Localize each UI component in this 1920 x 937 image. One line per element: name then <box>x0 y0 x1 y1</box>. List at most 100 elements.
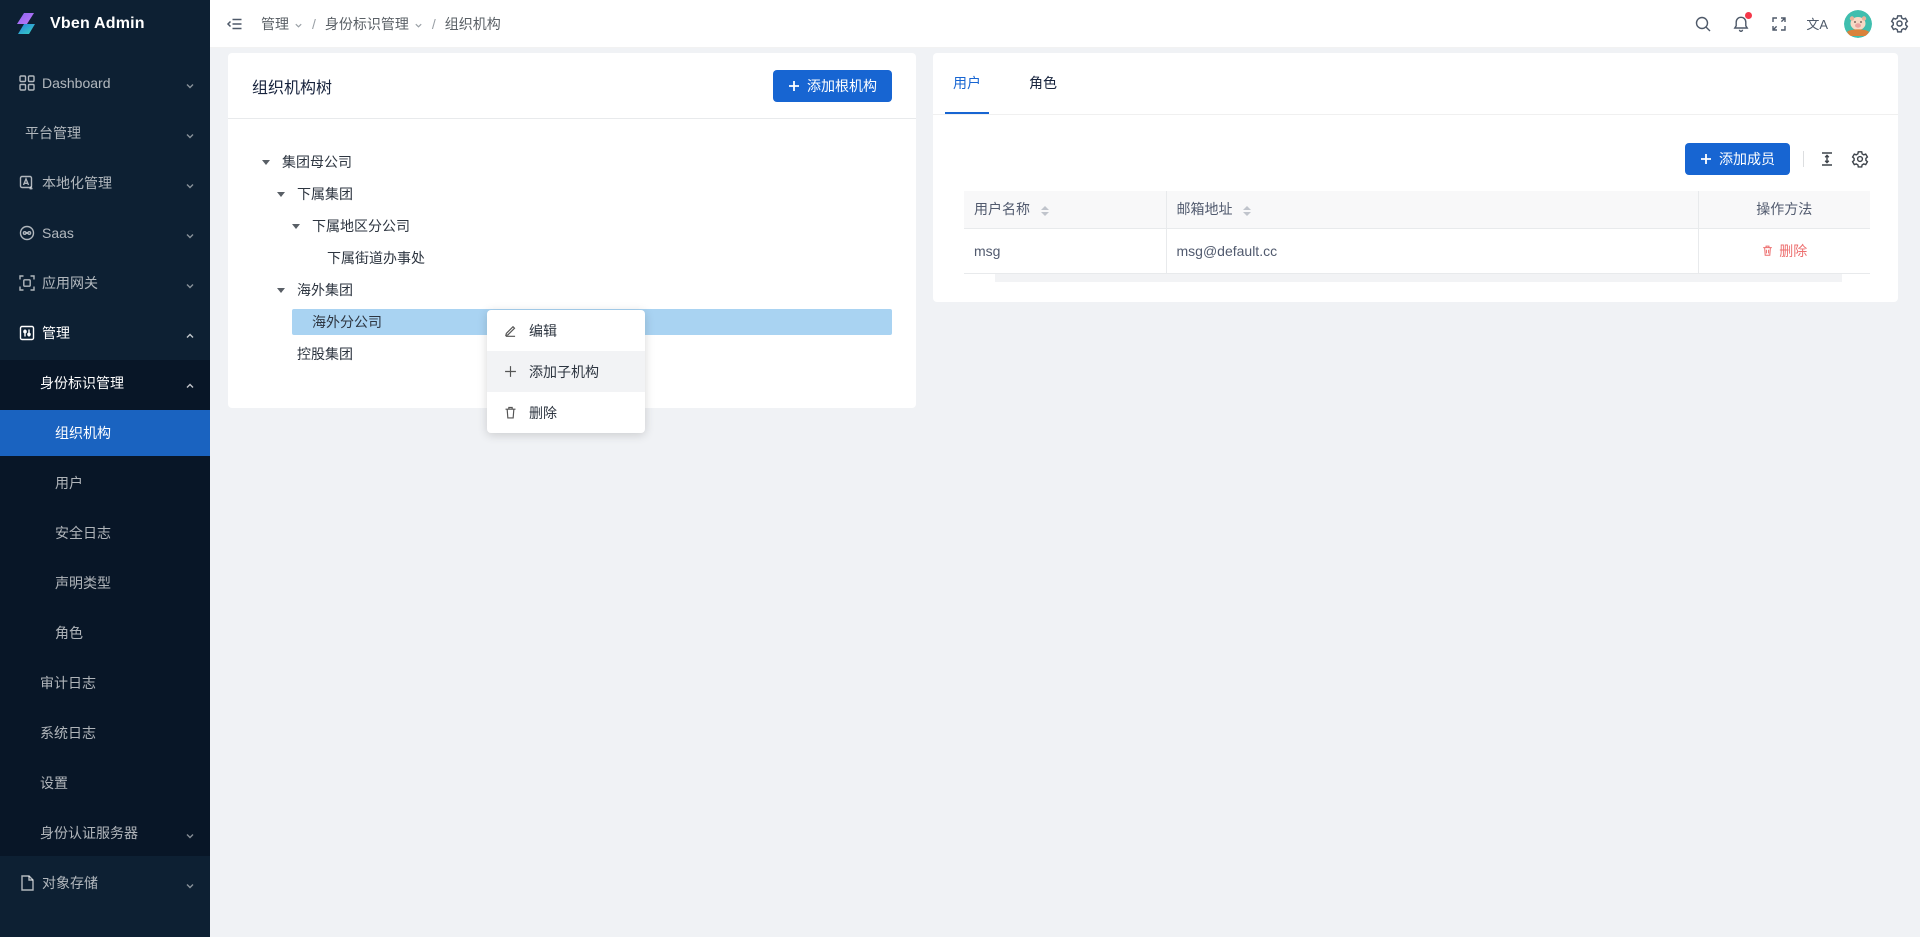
add-root-org-button[interactable]: 添加根机构 <box>773 70 892 102</box>
sidebar-item-label: 系统日志 <box>40 723 96 743</box>
sidebar-item-org-structure[interactable]: 组织机构 <box>0 410 210 456</box>
caret-down-icon[interactable] <box>262 160 278 165</box>
user-avatar[interactable] <box>1844 10 1872 38</box>
add-member-button[interactable]: 添加成员 <box>1685 143 1790 175</box>
sidebar-item-audit-logs[interactable]: 审计日志 <box>0 660 210 706</box>
saas-icon <box>18 224 36 242</box>
search-icon[interactable] <box>1692 13 1714 35</box>
header-settings-gear-icon[interactable] <box>1888 13 1910 35</box>
sidebar-item-roles[interactable]: 角色 <box>0 610 210 656</box>
chevron-down-icon <box>185 228 195 244</box>
tree-node-label: 控股集团 <box>297 344 353 364</box>
tree-node[interactable]: 下属集团 <box>262 181 892 207</box>
breadcrumb-label: 身份标识管理 <box>325 14 409 34</box>
fullscreen-icon[interactable] <box>1768 13 1790 35</box>
chevron-down-icon <box>294 17 303 33</box>
add-member-label: 添加成员 <box>1719 149 1775 169</box>
tree-node-label: 下属集团 <box>297 184 353 204</box>
app-logo[interactable]: Vben Admin <box>0 0 210 48</box>
cell-actions: 删除 <box>1698 228 1870 273</box>
tab-roles[interactable]: 角色 <box>1021 53 1065 114</box>
context-menu-label: 删除 <box>529 403 557 423</box>
tab-label: 角色 <box>1029 73 1057 93</box>
sidebar-item-object-storage[interactable]: 对象存储 <box>0 860 210 906</box>
context-menu-add-child-org[interactable]: 添加子机构 <box>487 351 645 392</box>
sidebar-item-security-logs[interactable]: 安全日志 <box>0 510 210 556</box>
caret-down-icon[interactable] <box>277 192 293 197</box>
tree-node[interactable]: 下属地区分公司 <box>262 213 892 239</box>
header-actions: 文A <box>1692 10 1920 38</box>
sidebar-item-identity-mgmt[interactable]: 身份标识管理 <box>0 360 210 406</box>
column-header-email[interactable]: 邮箱地址 <box>1166 191 1698 228</box>
column-header-label: 邮箱地址 <box>1177 201 1233 217</box>
sidebar-item-label: 审计日志 <box>40 673 96 693</box>
sidebar-item-saas[interactable]: Saas <box>0 210 210 256</box>
row-height-icon[interactable] <box>1817 149 1837 169</box>
sidebar-item-label: 声明类型 <box>55 573 111 593</box>
chevron-down-icon <box>414 17 423 33</box>
sidebar-item-label: 设置 <box>40 773 68 793</box>
tree-node-label: 集团母公司 <box>282 152 352 172</box>
table-header-row: 用户名称 邮箱地址 操作方法 <box>964 191 1870 228</box>
menu-fold-icon[interactable] <box>225 14 245 34</box>
breadcrumb-management[interactable]: 管理 <box>261 14 303 34</box>
add-root-org-label: 添加根机构 <box>807 76 877 96</box>
sidebar-item-label: Dashboard <box>42 75 111 91</box>
tree-node[interactable]: 集团母公司 <box>262 149 892 175</box>
notification-bell-icon[interactable] <box>1730 13 1752 35</box>
members-toolbar: 添加成员 <box>933 143 1898 175</box>
sidebar-item-settings[interactable]: 设置 <box>0 760 210 806</box>
sidebar-menu: Dashboard 平台管理 本地化管理 Saas 应用网关 管理 <box>0 48 210 906</box>
toolbar-divider <box>1803 151 1804 167</box>
sidebar-item-localization-mgmt[interactable]: 本地化管理 <box>0 160 210 206</box>
locale-icon <box>18 174 36 192</box>
tree-node-label: 海外集团 <box>297 280 353 300</box>
cell-email: msg@default.cc <box>1166 228 1698 273</box>
tree-node[interactable]: 海外集团 <box>262 277 892 303</box>
chevron-down-icon <box>185 178 195 194</box>
sidebar-item-users[interactable]: 用户 <box>0 460 210 506</box>
sidebar-item-platform-mgmt[interactable]: 平台管理 <box>0 110 210 156</box>
dashboard-icon <box>18 74 36 92</box>
translate-icon-text: 文A <box>1806 14 1828 33</box>
sidebar-item-label: 角色 <box>55 623 83 643</box>
sidebar-item-label: 组织机构 <box>55 423 111 443</box>
delete-member-label: 删除 <box>1779 241 1807 261</box>
breadcrumb-org-structure[interactable]: 组织机构 <box>445 14 501 34</box>
delete-member-button[interactable]: 删除 <box>1761 241 1807 261</box>
column-header-username[interactable]: 用户名称 <box>964 191 1166 228</box>
chevron-down-icon <box>185 278 195 294</box>
chevron-down-icon <box>185 128 195 144</box>
sort-icon[interactable] <box>1041 206 1049 216</box>
breadcrumb-identity-mgmt[interactable]: 身份标识管理 <box>325 14 423 34</box>
caret-down-icon[interactable] <box>292 224 308 229</box>
tab-users[interactable]: 用户 <box>945 53 989 114</box>
sidebar-item-label: 身份认证服务器 <box>40 823 138 843</box>
breadcrumb-label: 组织机构 <box>445 14 501 34</box>
translate-icon[interactable]: 文A <box>1806 13 1828 35</box>
breadcrumb-label: 管理 <box>261 14 289 34</box>
column-header-actions: 操作方法 <box>1698 191 1870 228</box>
caret-down-icon[interactable] <box>277 288 293 293</box>
sidebar-item-app-gateway[interactable]: 应用网关 <box>0 260 210 306</box>
main-content: 组织机构树 添加根机构 集团母公司 下属集团 下属地区分公司 下属街道办事处 <box>210 48 1920 937</box>
context-menu-delete[interactable]: 删除 <box>487 392 645 433</box>
sidebar-item-claim-types[interactable]: 声明类型 <box>0 560 210 606</box>
sidebar-item-identity-servers[interactable]: 身份认证服务器 <box>0 810 210 856</box>
breadcrumb-separator: / <box>312 16 316 32</box>
sort-icon[interactable] <box>1243 206 1251 216</box>
members-table: 用户名称 邮箱地址 操作方法 msg <box>964 191 1870 282</box>
cell-username: msg <box>964 228 1166 273</box>
sidebar-item-management[interactable]: 管理 <box>0 310 210 356</box>
table-settings-gear-icon[interactable] <box>1850 149 1870 169</box>
chevron-up-icon <box>185 328 195 344</box>
sidebar-item-label: 身份标识管理 <box>40 373 124 393</box>
sidebar-item-system-logs[interactable]: 系统日志 <box>0 710 210 756</box>
sidebar-item-dashboard[interactable]: Dashboard <box>0 60 210 106</box>
table-scrollbar-track[interactable] <box>995 274 1842 282</box>
org-tree-panel-header: 组织机构树 添加根机构 <box>228 53 916 119</box>
context-menu-edit[interactable]: 编辑 <box>487 310 645 351</box>
sidebar-item-label: 安全日志 <box>55 523 111 543</box>
storage-icon <box>18 874 36 892</box>
tree-node[interactable]: 下属街道办事处 <box>262 245 892 271</box>
